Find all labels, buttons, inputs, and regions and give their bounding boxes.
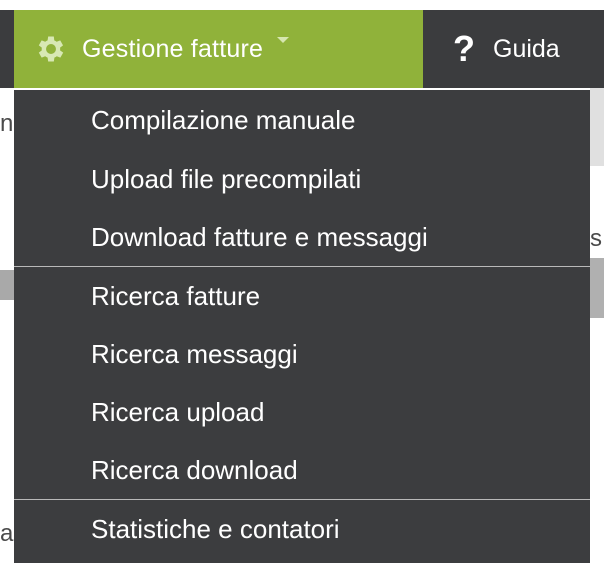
background-text-fragment: n xyxy=(0,110,14,137)
menu-item-ricerca-fatture[interactable]: Ricerca fatture xyxy=(14,267,590,325)
background-page-left xyxy=(0,90,14,563)
caret-down-icon xyxy=(277,37,290,43)
gestione-fatture-dropdown: Compilazione manuale Upload file precomp… xyxy=(14,88,590,563)
menu-item-ricerca-download[interactable]: Ricerca download xyxy=(14,441,590,499)
menu-item-download-fatture-e-messaggi[interactable]: Download fatture e messaggi xyxy=(14,208,590,266)
gestione-fatture-menu-button[interactable]: Gestione fatture xyxy=(14,10,423,88)
menu-item-compilazione-manuale[interactable]: Compilazione manuale xyxy=(14,90,590,150)
menu-item-ricerca-upload[interactable]: Ricerca upload xyxy=(14,383,590,441)
menu-item-ricerca-messaggi[interactable]: Ricerca messaggi xyxy=(14,325,590,383)
question-mark-icon: ? xyxy=(453,28,475,69)
gear-icon xyxy=(38,36,64,62)
background-text-fragment: s xyxy=(590,225,602,252)
background-strip xyxy=(0,270,14,300)
background-strip xyxy=(590,258,604,318)
gestione-fatture-label: Gestione fatture xyxy=(82,34,264,63)
guida-button[interactable]: ? Guida xyxy=(423,10,604,88)
menu-item-statistiche-e-contatori[interactable]: Statistiche e contatori xyxy=(14,500,590,558)
background-strip xyxy=(590,88,604,166)
menu-item-upload-file-precompilati[interactable]: Upload file precompilati xyxy=(14,150,590,208)
guida-label: Guida xyxy=(493,34,560,63)
navbar-left-edge xyxy=(0,10,14,88)
background-text-fragment: a xyxy=(0,520,14,547)
top-navbar: Gestione fatture ? Guida xyxy=(0,0,604,88)
